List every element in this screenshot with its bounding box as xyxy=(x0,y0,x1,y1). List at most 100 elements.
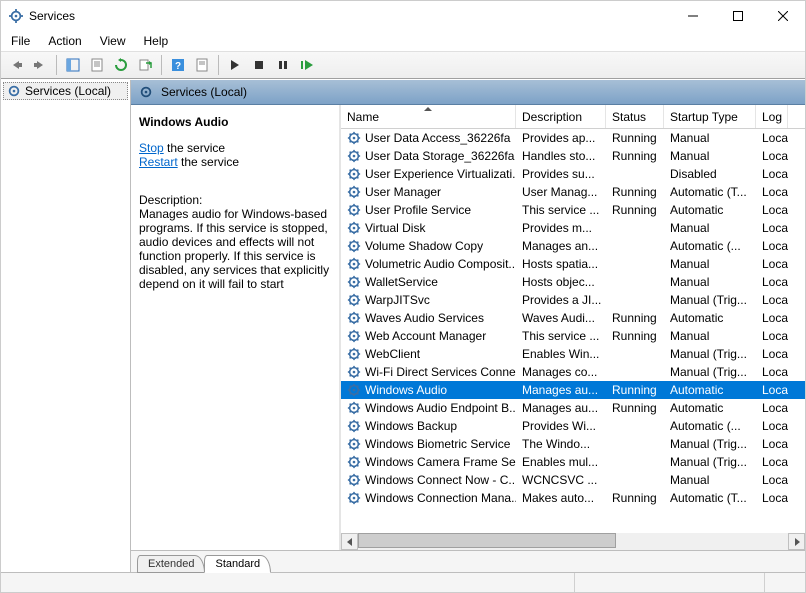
restart-service-button[interactable] xyxy=(296,54,318,76)
column-description[interactable]: Description xyxy=(516,105,606,128)
cell-status: Running xyxy=(606,491,664,505)
tree-item-services-local[interactable]: Services (Local) xyxy=(3,82,128,100)
cell-logon: Loca xyxy=(756,149,788,163)
table-row[interactable]: Windows Audio Endpoint B...Manages au...… xyxy=(341,399,805,417)
table-row[interactable]: Web Account ManagerThis service ...Runni… xyxy=(341,327,805,345)
table-row[interactable]: Volume Shadow CopyManages an...Automatic… xyxy=(341,237,805,255)
table-row[interactable]: User Profile ServiceThis service ...Runn… xyxy=(341,201,805,219)
table-row[interactable]: WalletServiceHosts objec...ManualLoca xyxy=(341,273,805,291)
cell-status: Running xyxy=(606,383,664,397)
scroll-thumb[interactable] xyxy=(358,533,616,548)
horizontal-scrollbar[interactable] xyxy=(341,533,805,550)
show-hide-tree-button[interactable] xyxy=(62,54,84,76)
cell-logon: Loca xyxy=(756,239,788,253)
cell-description: Manages au... xyxy=(516,383,606,397)
console-tree[interactable]: Services (Local) xyxy=(1,80,131,572)
stop-service-button[interactable] xyxy=(248,54,270,76)
cell-startup: Automatic (... xyxy=(664,419,756,433)
menu-view[interactable]: View xyxy=(100,34,126,48)
cell-name: User Experience Virtualizati... xyxy=(341,167,516,181)
cell-description: Hosts objec... xyxy=(516,275,606,289)
table-row[interactable]: Windows AudioManages au...RunningAutomat… xyxy=(341,381,805,399)
cell-name: Windows Biometric Service xyxy=(341,437,516,451)
cell-startup: Automatic xyxy=(664,401,756,415)
cell-name: Web Account Manager xyxy=(341,329,516,343)
forward-button[interactable] xyxy=(29,54,51,76)
minimize-button[interactable] xyxy=(670,1,715,31)
cell-name: User Data Access_36226fa xyxy=(341,131,516,145)
cell-description: Manages au... xyxy=(516,401,606,415)
gear-icon xyxy=(7,84,21,98)
titlebar[interactable]: Services xyxy=(1,1,805,31)
gear-icon xyxy=(347,437,361,451)
gear-icon xyxy=(347,419,361,433)
cell-logon: Loca xyxy=(756,473,788,487)
table-row[interactable]: User Data Storage_36226faHandles sto...R… xyxy=(341,147,805,165)
menu-action[interactable]: Action xyxy=(48,34,81,48)
gear-icon xyxy=(347,185,361,199)
export-list-button[interactable] xyxy=(134,54,156,76)
table-row[interactable]: WarpJITSvcProvides a JI...Manual (Trig..… xyxy=(341,291,805,309)
gear-icon xyxy=(347,221,361,235)
cell-logon: Loca xyxy=(756,221,788,235)
column-status[interactable]: Status xyxy=(606,105,664,128)
cell-status: Running xyxy=(606,149,664,163)
action-sheet-button[interactable] xyxy=(191,54,213,76)
cell-description: Provides a JI... xyxy=(516,293,606,307)
table-row[interactable]: Wi-Fi Direct Services Conne...Manages co… xyxy=(341,363,805,381)
cell-logon: Loca xyxy=(756,437,788,451)
gear-icon xyxy=(347,293,361,307)
help-button[interactable]: ? xyxy=(167,54,189,76)
table-row[interactable]: Windows Biometric ServiceThe Windo...Man… xyxy=(341,435,805,453)
cell-startup: Manual (Trig... xyxy=(664,293,756,307)
maximize-button[interactable] xyxy=(715,1,760,31)
table-row[interactable]: Windows Connection Mana...Makes auto...R… xyxy=(341,489,805,507)
column-log-on-as[interactable]: Log xyxy=(756,105,788,128)
menubar: File Action View Help xyxy=(1,31,805,51)
cell-startup: Manual xyxy=(664,275,756,289)
restart-service-link[interactable]: Restart xyxy=(139,155,178,169)
scroll-right-arrow-icon[interactable] xyxy=(788,533,805,550)
cell-name: Windows Connect Now - C... xyxy=(341,473,516,487)
cell-description: Provides su... xyxy=(516,167,606,181)
table-row[interactable]: User Experience Virtualizati...Provides … xyxy=(341,165,805,183)
gear-icon xyxy=(347,167,361,181)
refresh-button[interactable] xyxy=(110,54,132,76)
cell-name: Waves Audio Services xyxy=(341,311,516,325)
menu-help[interactable]: Help xyxy=(144,34,169,48)
table-row[interactable]: Virtual DiskProvides m...ManualLoca xyxy=(341,219,805,237)
gear-icon xyxy=(347,149,361,163)
table-row[interactable]: Windows Camera Frame Se...Enables mul...… xyxy=(341,453,805,471)
column-startup-type[interactable]: Startup Type xyxy=(664,105,756,128)
cell-startup: Automatic xyxy=(664,383,756,397)
tab-extended[interactable]: Extended xyxy=(137,555,205,573)
cell-name: Volumetric Audio Composit... xyxy=(341,257,516,271)
table-row[interactable]: Waves Audio ServicesWaves Audi...Running… xyxy=(341,309,805,327)
cell-logon: Loca xyxy=(756,275,788,289)
back-button[interactable] xyxy=(5,54,27,76)
service-detail-pane: Windows Audio Stop the service Restart t… xyxy=(131,105,341,550)
table-row[interactable]: Windows BackupProvides Wi...Automatic (.… xyxy=(341,417,805,435)
service-list[interactable]: User Data Access_36226faProvides ap...Ru… xyxy=(341,129,805,533)
tab-standard[interactable]: Standard xyxy=(204,555,271,573)
table-row[interactable]: Windows Connect Now - C...WCNCSVC ...Man… xyxy=(341,471,805,489)
scroll-left-arrow-icon[interactable] xyxy=(341,533,358,550)
start-service-button[interactable] xyxy=(224,54,246,76)
close-button[interactable] xyxy=(760,1,805,31)
menu-file[interactable]: File xyxy=(11,34,30,48)
cell-logon: Loca xyxy=(756,185,788,199)
cell-description: Enables mul... xyxy=(516,455,606,469)
properties-button[interactable] xyxy=(86,54,108,76)
cell-description: Hosts spatia... xyxy=(516,257,606,271)
column-name[interactable]: Name xyxy=(341,105,516,128)
table-row[interactable]: User Data Access_36226faProvides ap...Ru… xyxy=(341,129,805,147)
pause-service-button[interactable] xyxy=(272,54,294,76)
scroll-track[interactable] xyxy=(358,533,788,550)
table-row[interactable]: User ManagerUser Manag...RunningAutomati… xyxy=(341,183,805,201)
view-tabs: Extended Standard xyxy=(131,550,805,572)
cell-logon: Loca xyxy=(756,365,788,379)
table-row[interactable]: WebClientEnables Win...Manual (Trig...Lo… xyxy=(341,345,805,363)
stop-service-link[interactable]: Stop xyxy=(139,141,164,155)
cell-name: Windows Audio Endpoint B... xyxy=(341,401,516,415)
table-row[interactable]: Volumetric Audio Composit...Hosts spatia… xyxy=(341,255,805,273)
